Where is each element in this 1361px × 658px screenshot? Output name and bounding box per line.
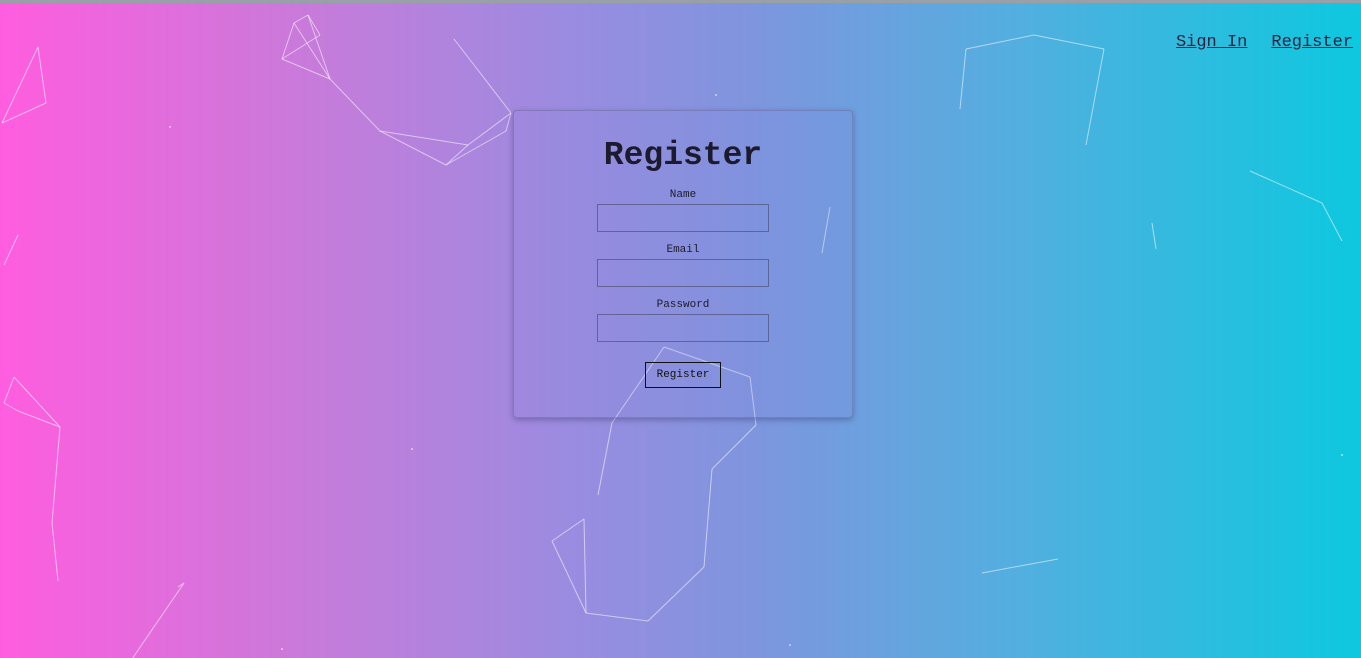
page-title: Register: [603, 137, 763, 174]
name-field-group: Name: [514, 189, 852, 232]
password-input[interactable]: [597, 314, 769, 342]
email-field-group: Email: [514, 244, 852, 287]
email-label: Email: [666, 244, 700, 256]
sign-in-link[interactable]: Sign In: [1176, 33, 1247, 52]
register-card: Register Name Email Password Register: [513, 110, 853, 418]
password-field-group: Password: [514, 299, 852, 342]
password-label: Password: [656, 299, 710, 311]
name-input[interactable]: [597, 204, 769, 232]
email-input[interactable]: [597, 259, 769, 287]
name-label: Name: [669, 189, 697, 201]
register-link[interactable]: Register: [1271, 33, 1353, 52]
top-nav: Sign In Register: [1176, 33, 1353, 52]
register-button[interactable]: Register: [645, 362, 721, 388]
